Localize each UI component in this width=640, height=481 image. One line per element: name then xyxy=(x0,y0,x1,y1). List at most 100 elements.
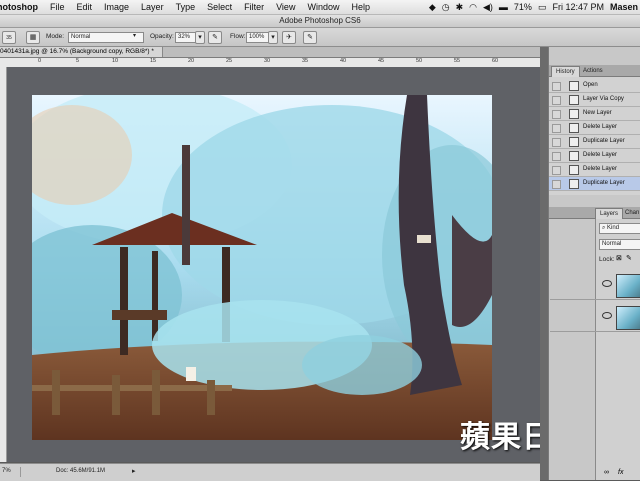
link-icon[interactable]: ∞ xyxy=(604,469,609,476)
window-title: Adobe Photoshop CS6 xyxy=(0,15,640,28)
eye-icon[interactable] xyxy=(602,312,612,319)
airbrush-icon[interactable]: ✈ xyxy=(282,31,296,44)
panel-dock: History Actions Open Layer Via Copy New … xyxy=(548,47,640,480)
panel-dock-gap xyxy=(540,47,548,480)
filter-label: Kind xyxy=(607,225,620,231)
menu-file[interactable]: File xyxy=(44,2,71,12)
ruler-mark: 50 xyxy=(416,58,423,64)
opacity-field[interactable]: 32% xyxy=(175,32,197,43)
tab-channels[interactable]: Chan xyxy=(621,208,640,218)
history-item-label: Open xyxy=(583,82,598,88)
user-name[interactable]: Masen xyxy=(610,2,638,12)
opacity-dropdown[interactable]: ▾ xyxy=(195,31,205,44)
menu-select[interactable]: Select xyxy=(201,2,238,12)
document-tab[interactable]: 0401431a.jpg @ 16.7% (Background copy, R… xyxy=(0,47,163,57)
layer-filter-select[interactable]: ⌕ Kind xyxy=(599,223,640,234)
pressure-opacity-icon[interactable]: ✎ xyxy=(208,31,222,44)
fx-icon[interactable]: fx xyxy=(618,469,623,476)
layer-row[interactable] xyxy=(550,303,640,332)
checkbox[interactable] xyxy=(552,166,561,175)
app-menu[interactable]: hotoshop xyxy=(0,2,44,12)
checkbox[interactable] xyxy=(552,138,561,147)
layer-thumbnail xyxy=(616,274,640,298)
layer-row[interactable] xyxy=(550,271,640,300)
lock-brush-icon[interactable]: ✎ xyxy=(626,254,632,262)
blend-mode-select[interactable]: Normal xyxy=(599,239,640,250)
ruler-mark: 5 xyxy=(76,58,80,64)
history-item-label: Delete Layer xyxy=(583,166,618,172)
vertical-ruler[interactable] xyxy=(0,67,7,462)
history-item[interactable]: Duplicate Layer xyxy=(549,135,640,149)
tab-actions[interactable]: Actions xyxy=(579,66,607,76)
checkbox[interactable] xyxy=(552,96,561,105)
bluetooth-icon[interactable]: ✱ xyxy=(456,2,464,13)
document-icon xyxy=(569,137,579,147)
menu-filter[interactable]: Filter xyxy=(238,2,270,12)
menu-edit[interactable]: Edit xyxy=(71,2,99,12)
brush-preset-picker[interactable]: 35 xyxy=(2,31,16,44)
doc-size[interactable]: Doc: 45.6M/91.1M xyxy=(56,468,105,474)
battery-percent[interactable]: 71% xyxy=(514,2,532,12)
ruler-mark: 40 xyxy=(340,58,347,64)
flag-icon[interactable]: ▬ xyxy=(499,2,508,12)
checkbox[interactable] xyxy=(552,152,561,161)
ruler-mark: 10 xyxy=(112,58,119,64)
ruler-mark: 55 xyxy=(454,58,461,64)
menu-image[interactable]: Image xyxy=(98,2,135,12)
chevron-down-icon: ▾ xyxy=(133,33,137,39)
ruler-mark: 45 xyxy=(378,58,385,64)
layers-panel-tabs: Layers Chan xyxy=(549,207,640,219)
document-icon xyxy=(569,95,579,105)
history-item[interactable]: Open xyxy=(549,79,640,93)
history-item[interactable]: Delete Layer xyxy=(549,149,640,163)
brush-panel-toggle-icon[interactable]: ▦ xyxy=(26,31,40,44)
photo-canvas[interactable] xyxy=(32,95,492,440)
menu-layer[interactable]: Layer xyxy=(135,2,170,12)
wifi-icon[interactable]: ◠ xyxy=(469,2,477,13)
tab-history[interactable]: History xyxy=(551,66,580,77)
battery-icon: ▭ xyxy=(537,1,547,12)
document-icon xyxy=(569,179,579,189)
history-item[interactable]: Delete Layer xyxy=(549,121,640,135)
history-list: Open Layer Via Copy New Layer Delete Lay… xyxy=(549,77,640,195)
menu-view[interactable]: View xyxy=(270,2,301,12)
zoom-level[interactable]: 7% xyxy=(2,468,11,474)
history-item-label: Layer Via Copy xyxy=(583,96,624,102)
lock-transparent-icon[interactable]: ⊠ xyxy=(616,254,622,262)
history-item-label: Delete Layer xyxy=(583,152,618,158)
history-item-selected[interactable]: Duplicate Layer xyxy=(549,177,640,191)
checkbox[interactable] xyxy=(552,82,561,91)
dropbox-icon[interactable]: ◆ xyxy=(429,2,436,13)
status-bar: 7% Doc: 45.6M/91.1M ▸ xyxy=(0,463,540,481)
document-icon xyxy=(569,151,579,161)
tab-layers[interactable]: Layers xyxy=(595,208,624,219)
menu-help[interactable]: Help xyxy=(345,2,376,12)
clock[interactable]: Fri 12:47 PM xyxy=(552,2,604,12)
document-icon xyxy=(569,165,579,175)
lock-label: Lock: xyxy=(599,256,615,263)
flow-dropdown[interactable]: ▾ xyxy=(268,31,278,44)
history-item[interactable]: Delete Layer xyxy=(549,163,640,177)
status-menu-arrow-icon[interactable]: ▸ xyxy=(132,467,136,475)
flow-field[interactable]: 100% xyxy=(246,32,270,43)
eye-icon[interactable] xyxy=(602,280,612,287)
history-item[interactable]: Layer Via Copy xyxy=(549,93,640,107)
pressure-size-icon[interactable]: ✎ xyxy=(303,31,317,44)
history-item-label: Duplicate Layer xyxy=(583,138,625,144)
timemachine-icon[interactable]: ◷ xyxy=(442,2,450,13)
ruler-mark: 0 xyxy=(38,58,42,64)
ruler-mark: 30 xyxy=(264,58,271,64)
checkbox[interactable] xyxy=(552,110,561,119)
document-icon xyxy=(569,109,579,119)
flow-label: Flow: xyxy=(230,33,246,40)
history-item[interactable]: New Layer xyxy=(549,107,640,121)
menu-window[interactable]: Window xyxy=(301,2,345,12)
volume-icon[interactable]: ◀) xyxy=(483,2,493,13)
ruler-mark: 20 xyxy=(188,58,195,64)
document-icon xyxy=(569,81,579,91)
menu-type[interactable]: Type xyxy=(170,2,202,12)
mac-menubar: hotoshop File Edit Image Layer Type Sele… xyxy=(0,0,640,15)
ruler-mark: 60 xyxy=(492,58,499,64)
checkbox[interactable] xyxy=(552,124,561,133)
checkbox[interactable] xyxy=(552,180,561,189)
